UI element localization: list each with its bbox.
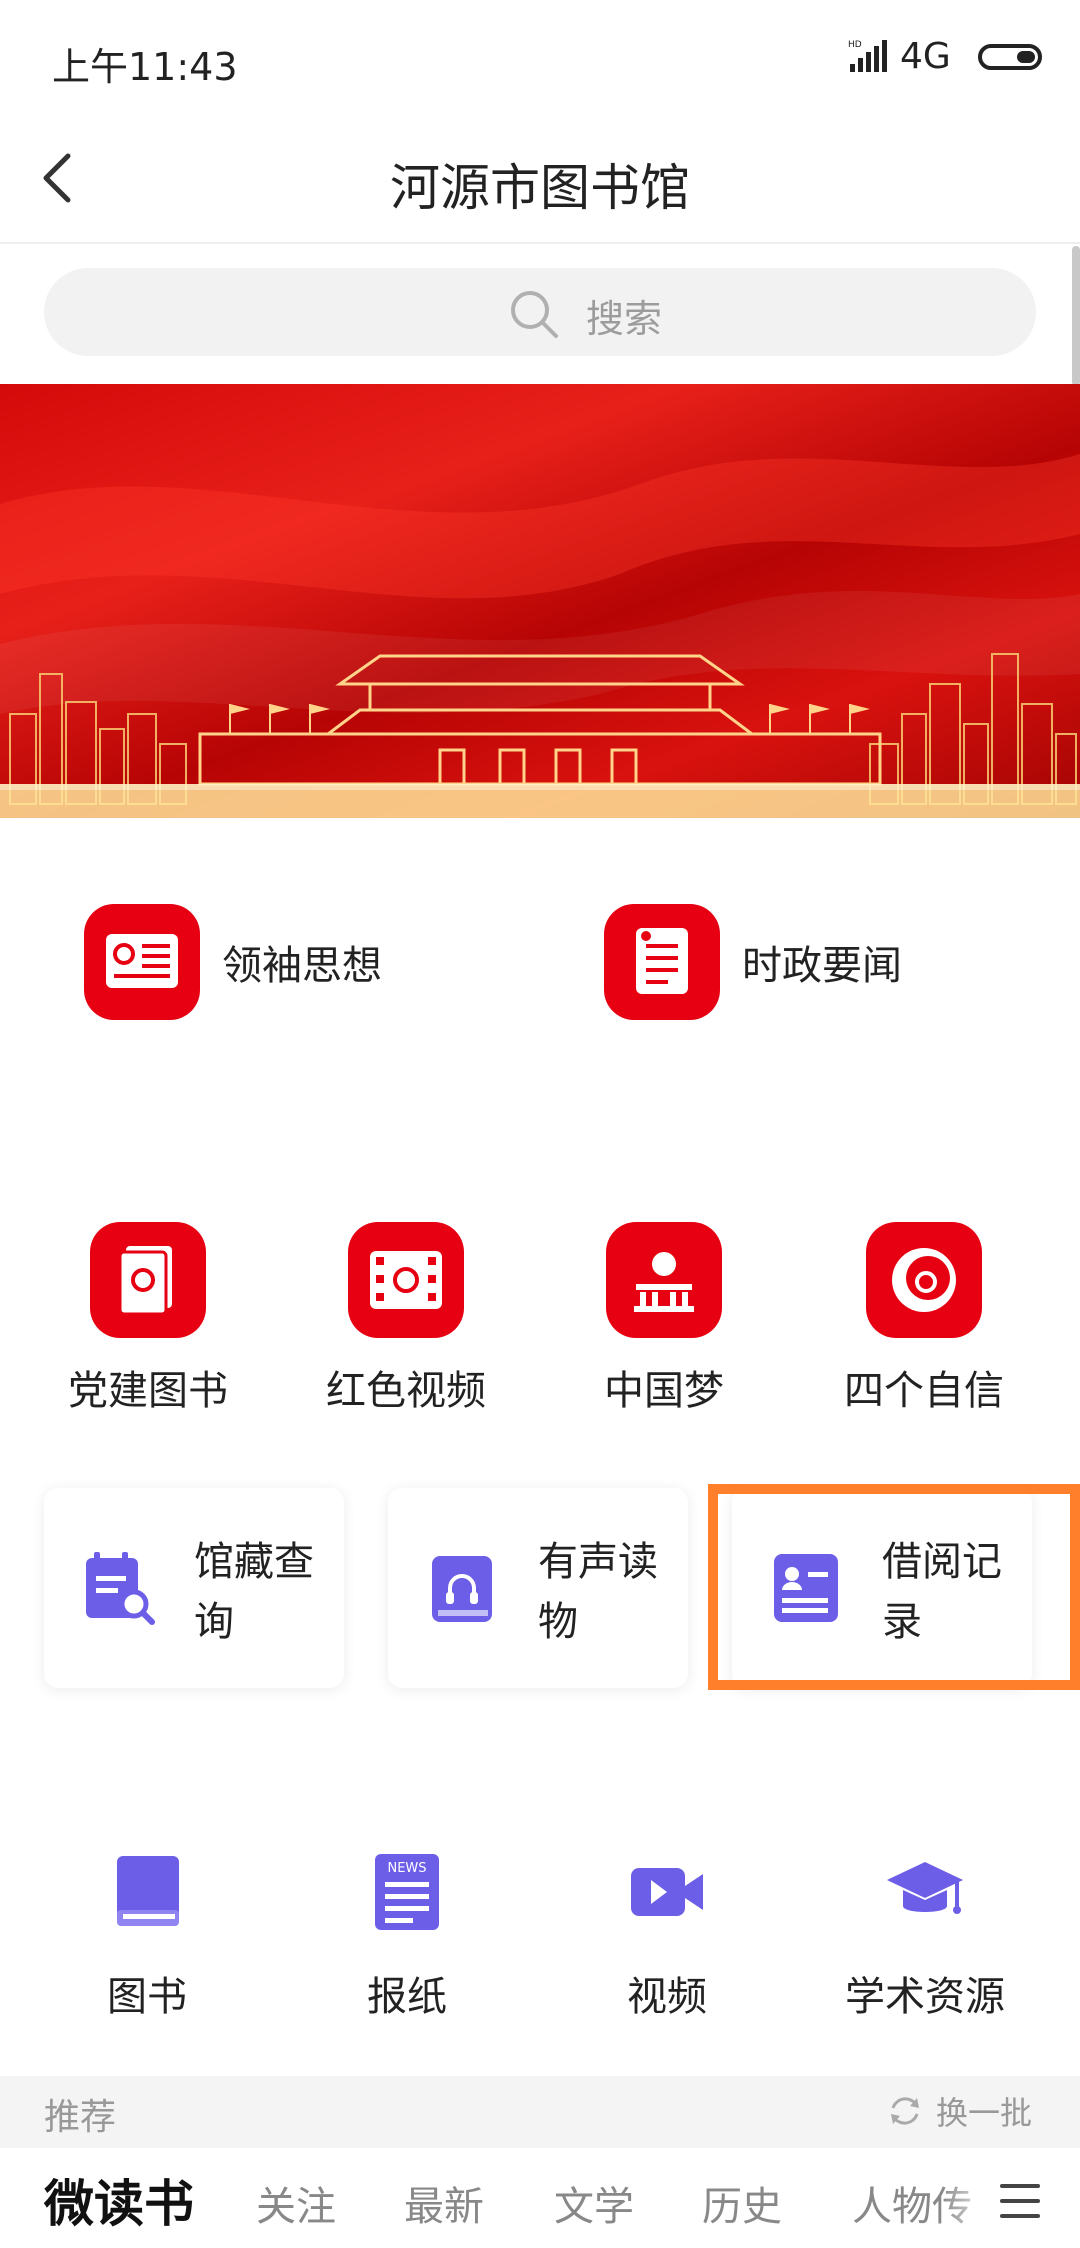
battery-icon xyxy=(978,44,1042,70)
network-type: 4G xyxy=(900,36,951,77)
graduation-cap-icon xyxy=(887,1862,963,1914)
refresh-label: 换一批 xyxy=(936,2094,1033,2132)
audio-book-icon xyxy=(432,1556,492,1622)
collection-search-icon xyxy=(86,1552,155,1625)
card-label: 借阅记录 xyxy=(882,1539,1002,1645)
party-item-label: 四个自信 xyxy=(844,1368,1004,1414)
book-icon xyxy=(117,1856,179,1926)
card-label: 馆藏查询 xyxy=(194,1539,314,1645)
menu-icon[interactable] xyxy=(1000,2184,1040,2218)
status-time: 上午11:43 xyxy=(52,45,238,89)
status-bar: 上午11:43 HD 4G xyxy=(0,0,1080,120)
recommend-bar: 推荐 换一批 xyxy=(0,2076,1080,2148)
category-tabs: 微读书 关注 最新 文学 历史 人物传 xyxy=(0,2148,1080,2248)
scrollbar-thumb[interactable] xyxy=(1072,246,1080,386)
search-icon xyxy=(511,291,558,338)
card-borrow-records[interactable]: 借阅记录 xyxy=(732,1488,1032,1688)
party-item-red-video[interactable]: 红色视频 xyxy=(306,1222,506,1416)
resource-label: 报纸 xyxy=(367,1974,447,2020)
party-item-current-affairs[interactable]: 时政要闻 xyxy=(604,904,902,1020)
leader-thought-icon xyxy=(84,904,200,1020)
party-item-label: 时政要闻 xyxy=(742,943,902,989)
resource-label: 图书 xyxy=(107,1974,187,2020)
refresh-button[interactable]: 换一批 xyxy=(886,2088,1032,2134)
video-camera-icon xyxy=(631,1868,703,1916)
refresh-icon xyxy=(891,2097,919,2125)
svg-text:HD: HD xyxy=(848,40,862,50)
svg-text:NEWS: NEWS xyxy=(387,1861,426,1876)
four-confidences-icon xyxy=(866,1222,982,1338)
party-item-leader-thought[interactable]: 领袖思想 xyxy=(84,904,382,1020)
search-placeholder: 搜索 xyxy=(586,297,663,341)
tiananmen-illustration xyxy=(0,454,1080,818)
party-item-label: 党建图书 xyxy=(68,1368,228,1414)
resource-label: 视频 xyxy=(627,1974,707,2020)
resource-academic[interactable]: 学术资源 xyxy=(810,1852,1040,2022)
borrow-records-icon xyxy=(774,1554,838,1622)
resource-label: 学术资源 xyxy=(845,1974,1005,2020)
tab-latest[interactable]: 最新 xyxy=(404,2174,484,2232)
party-item-four-confidences[interactable]: 四个自信 xyxy=(824,1222,1024,1416)
signal-icon: HD xyxy=(848,40,887,72)
party-item-label: 红色视频 xyxy=(326,1368,486,1414)
party-item-chinese-dream[interactable]: 中国梦 xyxy=(564,1222,764,1416)
chinese-dream-icon xyxy=(606,1222,722,1338)
app-header: 河源市图书馆 xyxy=(0,120,1080,244)
tab-history[interactable]: 历史 xyxy=(702,2174,782,2232)
tabs-fade xyxy=(940,2148,1000,2248)
party-books-icon xyxy=(90,1222,206,1338)
party-item-label: 领袖思想 xyxy=(222,943,382,989)
banner-image[interactable] xyxy=(0,384,1080,818)
card-label: 有声读物 xyxy=(538,1539,658,1645)
red-video-icon xyxy=(348,1222,464,1338)
current-affairs-icon xyxy=(604,904,720,1020)
page-title: 河源市图书馆 xyxy=(390,159,690,217)
tab-literature[interactable]: 文学 xyxy=(554,2174,634,2232)
party-item-label: 中国梦 xyxy=(604,1368,724,1414)
card-collection-search[interactable]: 馆藏查询 xyxy=(44,1488,344,1688)
search-bar[interactable]: 搜索 xyxy=(44,268,1036,356)
resource-books[interactable]: 图书 xyxy=(32,1852,262,2022)
tab-follow[interactable]: 关注 xyxy=(256,2174,336,2232)
card-audio-books[interactable]: 有声读物 xyxy=(388,1488,688,1688)
resource-videos[interactable]: 视频 xyxy=(552,1852,782,2022)
resource-newspapers[interactable]: NEWS 报纸 xyxy=(292,1852,522,2022)
newspaper-icon: NEWS xyxy=(375,1854,439,1930)
recommend-label: 推荐 xyxy=(44,2097,117,2138)
tab-weidushu[interactable]: 微读书 xyxy=(44,2164,194,2236)
party-item-party-books[interactable]: 党建图书 xyxy=(48,1222,248,1416)
